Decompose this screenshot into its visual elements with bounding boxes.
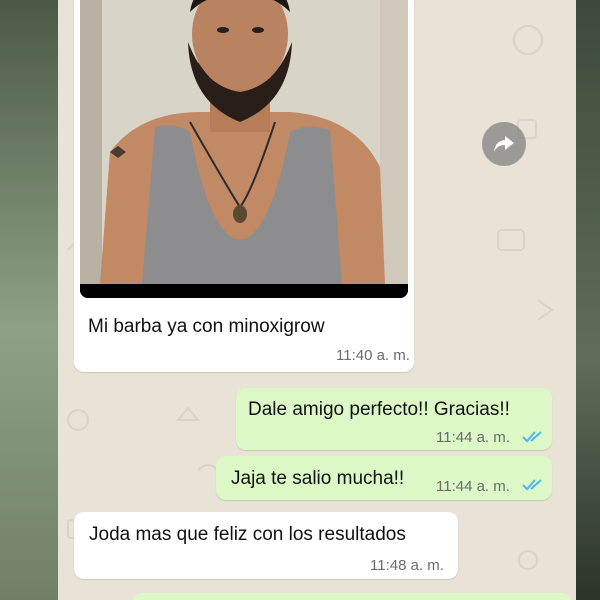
- chat-area[interactable]: Mi barba ya con minoxigrow 11:40 a. m. D…: [58, 0, 576, 600]
- double-check-icon: [522, 431, 542, 443]
- right-background-edge: [576, 0, 600, 600]
- forward-button[interactable]: [482, 122, 526, 166]
- incoming-image-message[interactable]: Mi barba ya con minoxigrow 11:40 a. m.: [74, 0, 414, 372]
- outgoing-message[interactable]: Jaja te salio mucha!! 11:44 a. m.: [216, 456, 552, 500]
- message-time: 11:44 a. m.: [436, 478, 510, 495]
- message-time: 11:40 a. m.: [336, 347, 410, 364]
- left-background-edge: [0, 0, 58, 600]
- outgoing-message-partial[interactable]: [132, 593, 572, 600]
- double-check-icon: [522, 479, 542, 491]
- forward-icon: [494, 136, 514, 152]
- message-text: Joda mas que feliz con los resultados: [89, 524, 406, 545]
- message-photo[interactable]: [80, 0, 408, 298]
- message-text: Mi barba ya con minoxigrow: [88, 316, 325, 337]
- outgoing-message[interactable]: Dale amigo perfecto!! Gracias!! 11:44 a.…: [236, 388, 552, 450]
- message-time: 11:48 a. m.: [370, 557, 444, 574]
- bearded-man-photo: [80, 0, 408, 298]
- message-text: Dale amigo perfecto!! Gracias!!: [248, 399, 510, 420]
- message-text: Jaja te salio mucha!!: [231, 468, 405, 489]
- incoming-message[interactable]: Joda mas que feliz con los resultados 11…: [74, 512, 458, 579]
- message-time: 11:44 a. m.: [436, 429, 510, 446]
